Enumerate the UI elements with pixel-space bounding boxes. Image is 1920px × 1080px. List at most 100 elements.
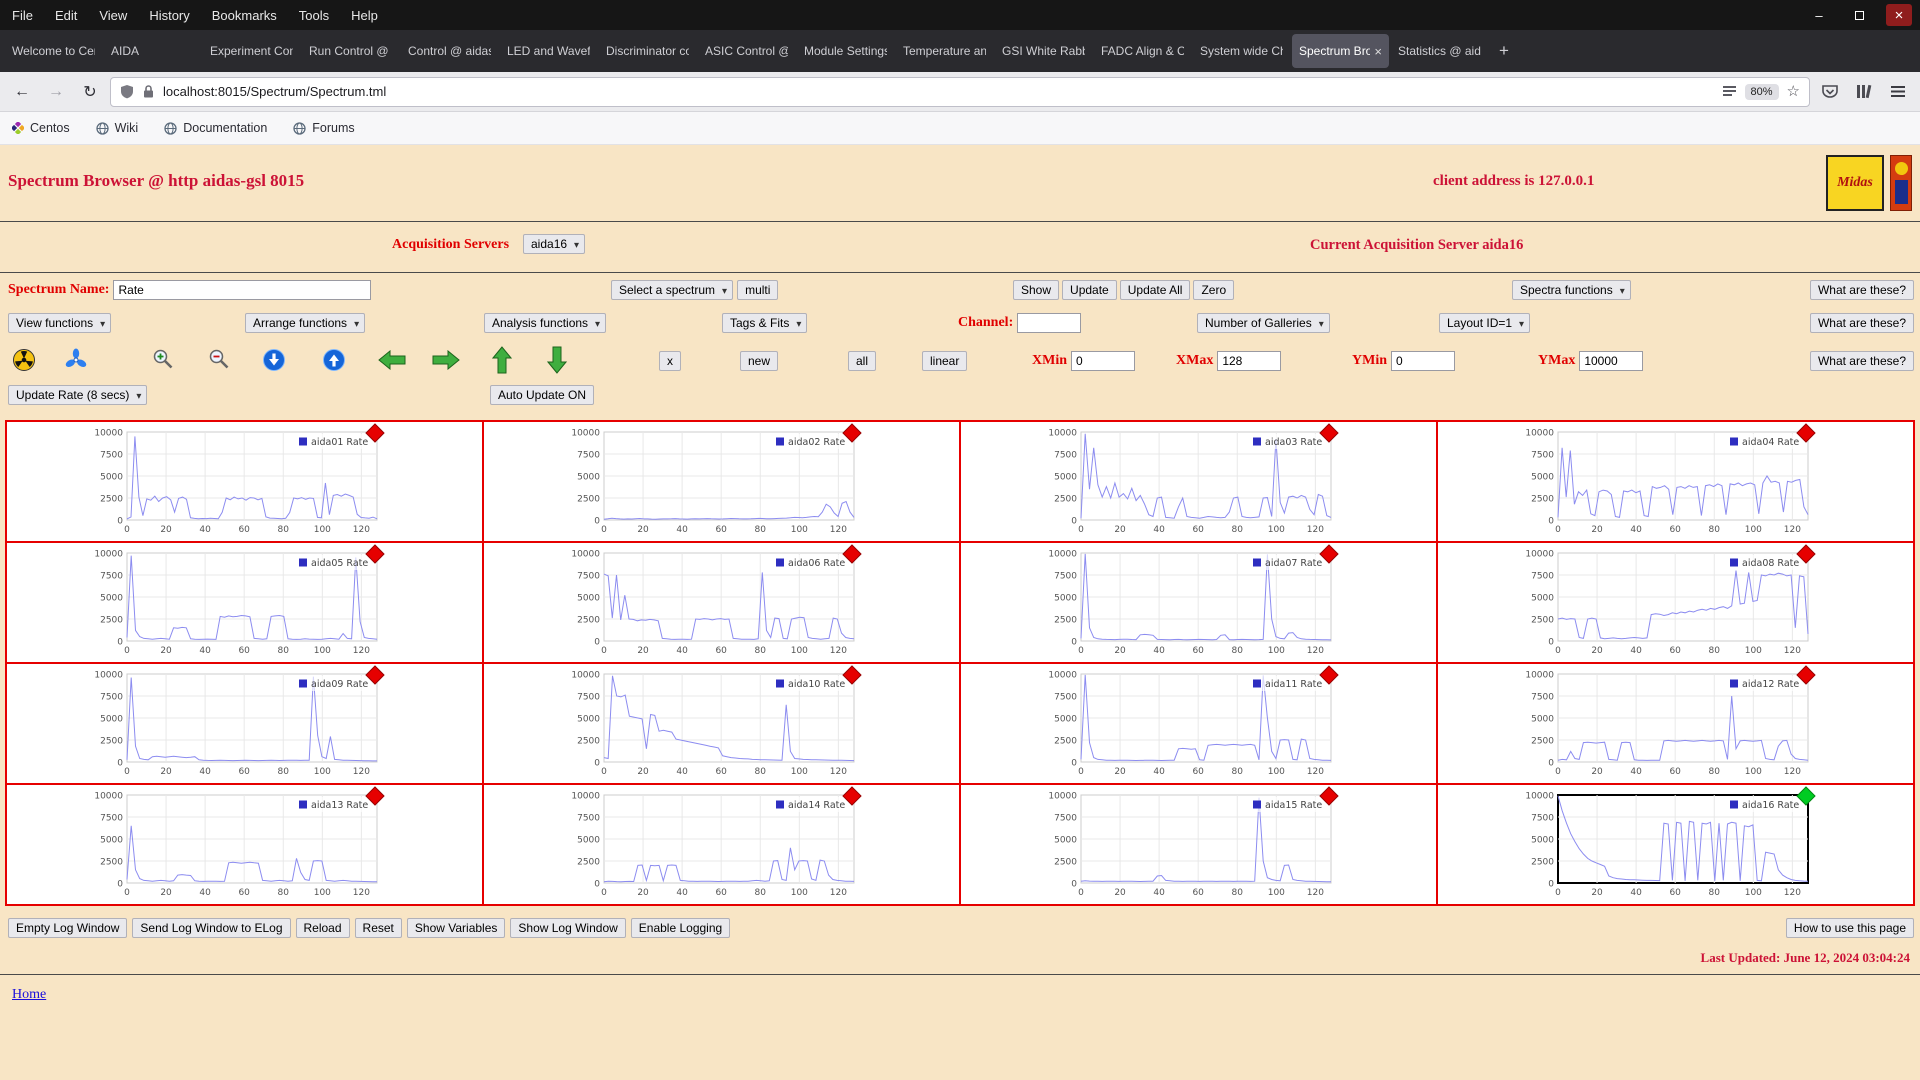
save-to-pocket-icon[interactable] xyxy=(1816,78,1844,106)
arrow-up-icon[interactable] xyxy=(492,346,512,374)
close-button[interactable] xyxy=(1886,4,1912,26)
zoom-in-icon[interactable] xyxy=(152,348,174,370)
zero-button[interactable]: Zero xyxy=(1193,280,1235,300)
multi-button[interactable]: multi xyxy=(737,280,779,300)
reader-mode-icon[interactable] xyxy=(1722,85,1737,98)
gallery-cell-aida05[interactable]: 0 2500 5000 7500 10000 0 20 40 60 80 100 120 aida05 … xyxy=(7,543,484,664)
home-link[interactable]: Home xyxy=(12,987,46,1002)
bookmark-wiki[interactable]: Wiki xyxy=(95,121,138,135)
what-are-these-button[interactable]: What are these? xyxy=(1809,351,1914,371)
tab-4[interactable]: Run Control @ a xyxy=(302,34,399,68)
tab-11[interactable]: GSI White Rabb xyxy=(995,34,1092,68)
tab-8[interactable]: ASIC Control @ xyxy=(698,34,795,68)
gallery-cell-aida03[interactable]: 0 2500 5000 7500 10000 0 20 40 60 80 100 120 aida03 … xyxy=(961,422,1438,543)
library-icon[interactable] xyxy=(1850,78,1878,106)
arrow-left-icon[interactable] xyxy=(378,350,406,370)
refresh-fan-icon[interactable] xyxy=(64,348,88,372)
bookmark-documentation[interactable]: Documentation xyxy=(164,121,267,135)
auto-update-button[interactable]: Auto Update ON xyxy=(490,385,595,405)
bookmark-centos[interactable]: Centos xyxy=(12,121,70,135)
xmax-input[interactable] xyxy=(1217,351,1282,371)
arrow-down-icon[interactable] xyxy=(547,346,567,374)
enable-logging-button[interactable]: Enable Logging xyxy=(630,918,731,938)
tab-15[interactable]: Statistics @ aid xyxy=(1391,34,1488,68)
tab-6[interactable]: LED and Wavefo xyxy=(500,34,597,68)
analysis-functions-dropdown[interactable]: Analysis functions xyxy=(484,313,607,333)
menu-tools[interactable]: Tools xyxy=(299,8,329,23)
tab-close-icon[interactable] xyxy=(1374,44,1382,59)
x-button[interactable]: x xyxy=(659,351,681,371)
ymax-input[interactable] xyxy=(1579,351,1644,371)
reload-button[interactable]: Reload xyxy=(295,918,350,938)
menu-help[interactable]: Help xyxy=(351,8,378,23)
scroll-down-circle-icon[interactable] xyxy=(262,348,286,372)
update-all-button[interactable]: Update All xyxy=(1119,280,1191,300)
layout-id-dropdown[interactable]: Layout ID=1 xyxy=(1439,313,1531,333)
acquisition-server-select[interactable]: aida16 xyxy=(523,234,586,254)
menu-history[interactable]: History xyxy=(149,8,189,23)
bookmark-star-icon[interactable] xyxy=(1787,82,1800,101)
radiation-icon[interactable] xyxy=(12,348,36,372)
gallery-cell-aida14[interactable]: 0 2500 5000 7500 10000 0 20 40 60 80 100 120 aida14 … xyxy=(484,785,961,906)
new-tab-button[interactable] xyxy=(1489,34,1519,68)
menu-view[interactable]: View xyxy=(99,8,127,23)
new-button[interactable]: new xyxy=(740,351,779,371)
tab-2[interactable]: AIDA xyxy=(104,34,201,68)
tab-9[interactable]: Module Settings xyxy=(797,34,894,68)
gallery-cell-aida02[interactable]: 0 2500 5000 7500 10000 0 20 40 60 80 100 120 aida02 … xyxy=(484,422,961,543)
how-to-use-button[interactable]: How to use this page xyxy=(1785,918,1914,938)
reload-button[interactable] xyxy=(76,78,104,106)
ymin-input[interactable] xyxy=(1391,351,1455,371)
gallery-cell-aida07[interactable]: 0 2500 5000 7500 10000 0 20 40 60 80 100 120 aida07 … xyxy=(961,543,1438,664)
hamburger-menu-icon[interactable] xyxy=(1884,78,1912,106)
reset-button[interactable]: Reset xyxy=(354,918,402,938)
gallery-cell-aida09[interactable]: 0 2500 5000 7500 10000 0 20 40 60 80 100 120 aida09 … xyxy=(7,664,484,785)
xmin-input[interactable] xyxy=(1071,351,1135,371)
send-log-window-to-elog-button[interactable]: Send Log Window to ELog xyxy=(132,918,291,938)
what-are-these-button[interactable]: What are these? xyxy=(1809,280,1914,300)
tab-14[interactable]: Spectrum Bro xyxy=(1292,34,1389,68)
gallery-cell-aida06[interactable]: 0 2500 5000 7500 10000 0 20 40 60 80 100 120 aida06 … xyxy=(484,543,961,664)
tags-fits-dropdown[interactable]: Tags & Fits xyxy=(722,313,808,333)
gallery-cell-aida11[interactable]: 0 2500 5000 7500 10000 0 20 40 60 80 100 120 aida11 … xyxy=(961,664,1438,785)
url-bar[interactable]: localhost:8015/Spectrum/Spectrum.tml 80% xyxy=(110,76,1810,107)
gallery-cell-aida04[interactable]: 0 2500 5000 7500 10000 0 20 40 60 80 100 120 aida04 … xyxy=(1438,422,1915,543)
spectra-functions-dropdown[interactable]: Spectra functions xyxy=(1512,280,1631,300)
tab-5[interactable]: Control @ aidas xyxy=(401,34,498,68)
menu-file[interactable]: File xyxy=(12,8,33,23)
select-spectrum-dropdown[interactable]: Select a spectrum xyxy=(611,280,734,300)
arrange-functions-dropdown[interactable]: Arrange functions xyxy=(245,313,366,333)
maximize-button[interactable] xyxy=(1846,4,1872,26)
tab-3[interactable]: Experiment Con xyxy=(203,34,300,68)
linear-button[interactable]: linear xyxy=(922,351,968,371)
tab-1[interactable]: Welcome to Cen xyxy=(5,34,102,68)
gallery-cell-aida12[interactable]: 0 2500 5000 7500 10000 0 20 40 60 80 100 120 aida12 … xyxy=(1438,664,1915,785)
menu-bookmarks[interactable]: Bookmarks xyxy=(212,8,277,23)
back-button[interactable] xyxy=(8,78,36,106)
forward-button[interactable] xyxy=(42,78,70,106)
menu-edit[interactable]: Edit xyxy=(55,8,77,23)
number-of-galleries-dropdown[interactable]: Number of Galleries xyxy=(1197,313,1330,333)
zoom-level-badge[interactable]: 80% xyxy=(1744,83,1779,100)
tab-12[interactable]: FADC Align & C xyxy=(1094,34,1191,68)
spectrum-name-input[interactable] xyxy=(113,280,372,300)
all-button[interactable]: all xyxy=(848,351,877,371)
what-are-these-button[interactable]: What are these? xyxy=(1809,313,1914,333)
gallery-cell-aida01[interactable]: 0 2500 5000 7500 10000 0 20 40 60 80 100 120 aida01 … xyxy=(7,422,484,543)
show-log-window-button[interactable]: Show Log Window xyxy=(510,918,626,938)
gallery-cell-aida16[interactable]: 0 2500 5000 7500 10000 0 20 40 60 80 100 120 aida16 … xyxy=(1438,785,1915,906)
gallery-cell-aida15[interactable]: 0 2500 5000 7500 10000 0 20 40 60 80 100 120 aida15 … xyxy=(961,785,1438,906)
view-functions-dropdown[interactable]: View functions xyxy=(8,313,112,333)
show-variables-button[interactable]: Show Variables xyxy=(406,918,506,938)
show-button[interactable]: Show xyxy=(1013,280,1060,300)
gallery-cell-aida13[interactable]: 0 2500 5000 7500 10000 0 20 40 60 80 100 120 aida13 … xyxy=(7,785,484,906)
update-button[interactable]: Update xyxy=(1062,280,1117,300)
zoom-out-icon[interactable] xyxy=(208,348,230,370)
gallery-cell-aida10[interactable]: 0 2500 5000 7500 10000 0 20 40 60 80 100 120 aida10 … xyxy=(484,664,961,785)
arrow-right-icon[interactable] xyxy=(432,350,460,370)
bookmark-forums[interactable]: Forums xyxy=(293,121,355,135)
tab-7[interactable]: Discriminator co xyxy=(599,34,696,68)
minimize-button[interactable] xyxy=(1806,4,1832,26)
tab-13[interactable]: System wide Ch xyxy=(1193,34,1290,68)
gallery-cell-aida08[interactable]: 0 2500 5000 7500 10000 0 20 40 60 80 100 120 aida08 … xyxy=(1438,543,1915,664)
